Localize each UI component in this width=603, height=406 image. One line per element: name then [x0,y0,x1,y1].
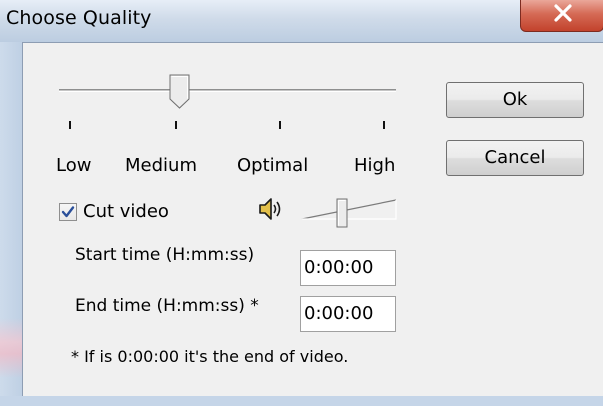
quality-slider-track[interactable] [59,89,396,92]
quality-label-optimal: Optimal [237,155,309,176]
quality-label-high: High [354,155,396,176]
end-time-label: End time (H:mm:ss) * [75,296,259,316]
window-title: Choose Quality [6,7,152,29]
quality-tick-medium [175,121,177,129]
footnote-text: * If is 0:00:00 it's the end of video. [71,347,349,366]
cut-video-label[interactable]: Cut video [83,201,169,222]
cut-video-checkbox[interactable] [59,203,77,221]
window-frame-bottom [0,396,603,406]
end-time-input[interactable] [300,296,396,332]
quality-tick-optimal [279,121,281,129]
quality-label-medium: Medium [125,155,197,176]
volume-thumb[interactable] [336,198,348,228]
close-icon [554,4,572,22]
cancel-button[interactable]: Cancel [446,140,584,176]
frame-glow [0,318,22,378]
quality-tick-high [383,121,385,129]
title-bar[interactable]: Choose Quality [0,0,603,42]
start-time-input[interactable] [300,250,396,286]
check-mark-icon [61,206,75,218]
quality-tick-low [69,121,71,129]
quality-label-low: Low [56,155,92,176]
close-button[interactable] [520,0,603,32]
volume-slider[interactable] [300,193,398,233]
ok-button[interactable]: Ok [446,82,584,118]
quality-slider-thumb[interactable] [169,74,191,110]
choose-quality-dialog: Choose Quality Low Medium Optimal High O… [0,0,603,406]
start-time-label: Start time (H:mm:ss) [75,245,255,265]
speaker-icon[interactable] [257,196,283,222]
